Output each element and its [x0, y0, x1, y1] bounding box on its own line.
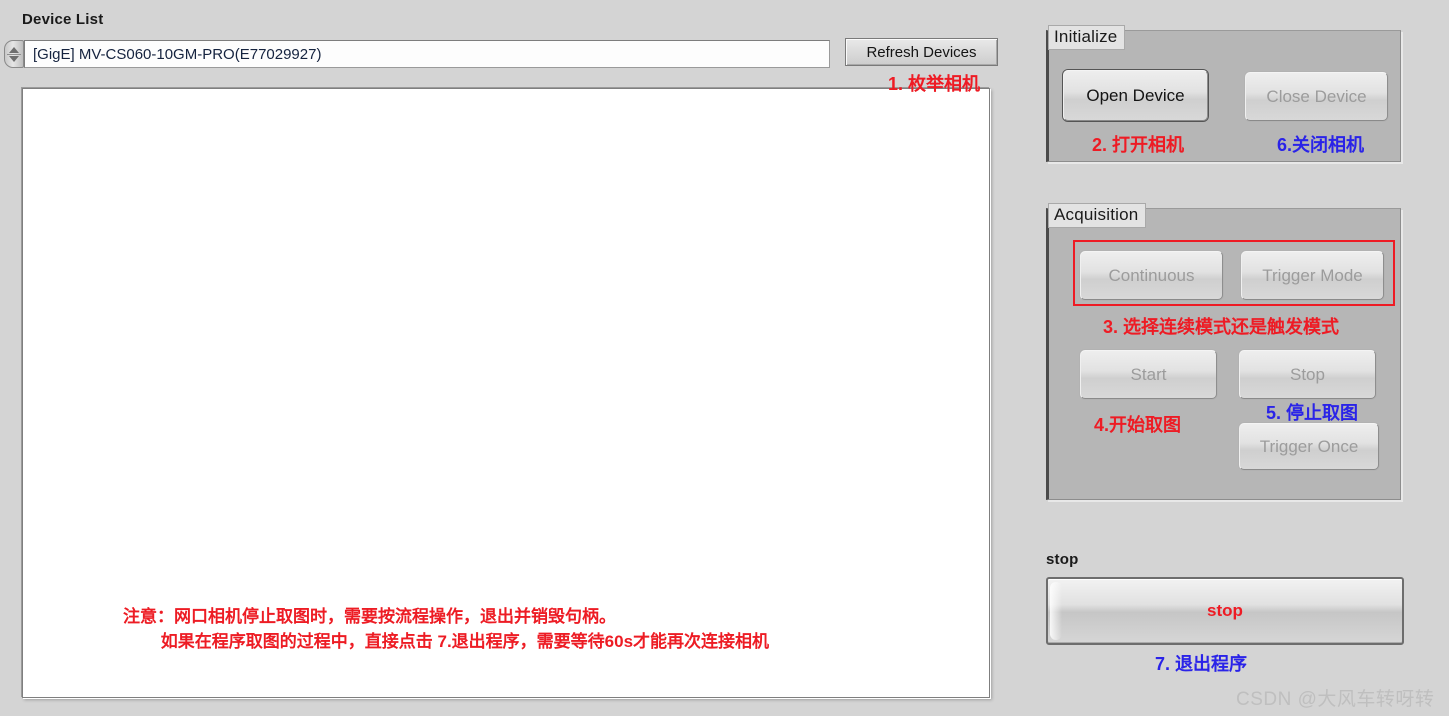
stop-program-button[interactable]: stop: [1046, 577, 1404, 645]
device-list-ring[interactable]: [GigE] MV-CS060-10GM-PRO(E77029927): [4, 40, 830, 68]
close-device-button[interactable]: Close Device: [1245, 72, 1388, 121]
initialize-group-title: Initialize: [1048, 25, 1126, 50]
acquisition-group-title: Acquisition: [1048, 203, 1147, 228]
display-warning-note: 注意：网口相机停止取图时，需要按流程操作，退出并销毁句柄。 如果在程序取图的过程…: [123, 605, 1003, 654]
image-display-area[interactable]: 注意：网口相机停止取图时，需要按流程操作，退出并销毁句柄。 如果在程序取图的过程…: [22, 88, 990, 698]
stop-button-label: stop: [1207, 601, 1243, 620]
trigger-mode-button[interactable]: Trigger Mode: [1241, 251, 1384, 300]
labview-front-panel: Device List [GigE] MV-CS060-10GM-PRO(E77…: [0, 0, 1449, 716]
device-list-value[interactable]: [GigE] MV-CS060-10GM-PRO(E77029927): [24, 40, 830, 68]
refresh-devices-button[interactable]: Refresh Devices: [845, 38, 998, 66]
stop-acquisition-button[interactable]: Stop: [1239, 350, 1376, 399]
csdn-watermark: CSDN @大风车转呀转: [1236, 689, 1435, 710]
open-device-button[interactable]: Open Device: [1063, 70, 1208, 121]
annotation-start-grab: 4.开始取图: [1094, 415, 1182, 435]
arrow-down-icon[interactable]: [9, 55, 19, 62]
annotation-select-mode: 3. 选择连续模式还是触发模式: [1103, 317, 1340, 337]
trigger-once-button[interactable]: Trigger Once: [1239, 423, 1379, 470]
stop-label: stop: [1046, 551, 1079, 568]
annotation-close-device: 6.关闭相机: [1277, 135, 1365, 155]
arrow-up-icon[interactable]: [9, 46, 19, 53]
spinner-divider: [7, 53, 21, 55]
note-line-2: 如果在程序取图的过程中，直接点击 7.退出程序，需要等待60s才能再次连接相机: [123, 631, 770, 651]
device-list-label: Device List: [22, 11, 104, 28]
continuous-button[interactable]: Continuous: [1080, 251, 1223, 300]
start-button[interactable]: Start: [1080, 350, 1217, 399]
annotation-stop-grab: 5. 停止取图: [1266, 403, 1359, 423]
updown-arrows-icon[interactable]: [4, 40, 24, 68]
note-line-1: 注意：网口相机停止取图时，需要按流程操作，退出并销毁句柄。: [123, 607, 616, 626]
annotation-exit-program: 7. 退出程序: [1155, 654, 1248, 674]
annotation-open-device: 2. 打开相机: [1092, 135, 1185, 155]
annotation-refresh-devices: 1. 枚举相机: [888, 74, 981, 94]
